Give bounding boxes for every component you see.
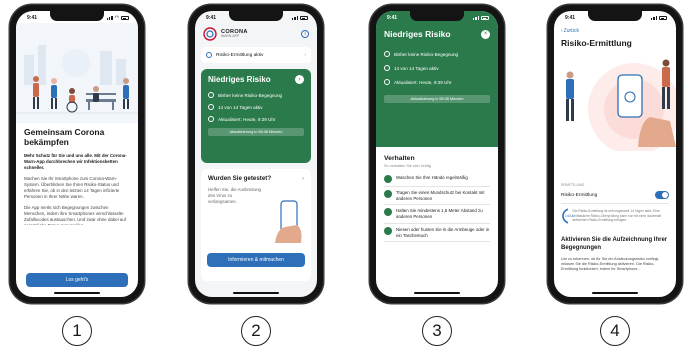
test-title: Wurden Sie getestet? (208, 175, 272, 182)
status-time: 9:41 (387, 15, 398, 21)
test-text: Helfen Sie, die Ausbreitung des Virus zu… (208, 187, 261, 204)
status-time: 9:41 (27, 15, 38, 21)
body-text-1: Machen Sie Ihr Smartphone zum Corona-War… (24, 176, 120, 199)
signal-icon (106, 16, 113, 20)
risk-row: Aktualisiert: Heute, 9:39 Uhr (384, 75, 490, 89)
phone-2: 9:41 CORONA WARN-APP i Risiko-Ermittlung… (189, 5, 323, 303)
wifi-icon: ◠ (114, 15, 119, 21)
encounter-icon (384, 51, 390, 57)
behavior-item: Waschen Sie Ihre Hände regelmäßig (384, 172, 490, 187)
risk-header: 9:41 Niedriges Risiko × Bisher keine Ris… (376, 11, 498, 147)
screen-risk-detail: 9:41 Niedriges Risiko × Bisher keine Ris… (376, 11, 498, 297)
screen-home: 9:41 CORONA WARN-APP i Risiko-Ermittlung… (195, 11, 317, 297)
sneeze-icon (384, 226, 392, 235)
update-countdown: Aktualisierung in 58:08 Minuten (384, 95, 490, 103)
section-label: ERMITTLUNG (561, 183, 585, 187)
app-logo-icon (203, 27, 217, 41)
calendar-icon (384, 65, 390, 71)
screen-tracing: 9:41 ‹ Zurück Risiko-Ermittlung ERMITTLUN… (554, 11, 676, 297)
behavior-item: Tragen Sie einen Mundschutz bei Kontakt … (384, 187, 490, 206)
step-number: 1 (62, 316, 92, 346)
signal-icon (651, 16, 657, 20)
battery-icon (121, 16, 129, 20)
tracing-icon (206, 52, 212, 58)
person-3 (93, 86, 99, 102)
activate-title: Aktivieren Sie die Aufzeichnung Ihrer Be… (561, 237, 668, 251)
status-time: 9:41 (206, 15, 217, 21)
inform-participate-button[interactable]: Informieren & mitmachen (207, 253, 305, 267)
signal-icon (473, 16, 479, 20)
tracing-info: Die Risiko-Ermittlung ist seit insgesamt… (572, 209, 662, 223)
battery-icon (300, 16, 308, 20)
mask-icon (384, 190, 392, 198)
risk-card[interactable]: Niedriges Risiko › Bisher keine Risiko-B… (201, 69, 311, 163)
behavior-section: Verhalten So verhalten Sie sich richtig … (384, 155, 490, 243)
chevron-right-icon: › (295, 75, 304, 84)
encounter-icon (208, 92, 214, 98)
risk-title: Niedriges Risiko (384, 29, 451, 39)
behavior-item: Halten Sie mindestens 1,5 Meter Abstand … (384, 205, 490, 224)
body-text-2: Die App merkt sich Begegnungen zwischen … (24, 204, 127, 225)
screen-onboarding: 9:41 ◠ Gemeinsam Corona bekämpfen Mehr S… (16, 11, 138, 297)
lets-go-button[interactable]: Los geht's (26, 273, 128, 287)
phone-3: 9:41 Niedriges Risiko × Bisher keine Ris… (370, 5, 504, 303)
update-icon (384, 79, 390, 85)
step-number: 3 (422, 316, 452, 346)
toggle-label: Risiko-Ermittlung (561, 192, 598, 198)
risk-row: Aktualisiert: Heute, 9:39 Uhr (208, 113, 304, 125)
phone-hand-illustration (275, 200, 302, 243)
chevron-left-icon: ‹ (561, 28, 563, 34)
update-countdown: Aktualisierung in 58:08 Minuten (208, 128, 304, 136)
logo-subtitle: WARN-APP (221, 34, 240, 39)
activate-text: Um zu erkennen, ob für Sie ein Ansteckun… (561, 257, 660, 272)
step-number: 2 (241, 316, 271, 346)
intro-text: Mehr Schutz für Sie und uns alle. Mit de… (24, 153, 127, 171)
tracing-label: Risiko-Ermittlung aktiv (216, 52, 264, 58)
step-number: 4 (600, 316, 630, 346)
app-header: CORONA WARN-APP i (203, 27, 309, 41)
tracing-status-row[interactable]: Risiko-Ermittlung aktiv › (201, 47, 311, 63)
calendar-icon (208, 104, 214, 110)
tracing-toggle-row: Risiko-Ermittlung (561, 191, 669, 204)
battery-icon (659, 16, 667, 20)
behavior-subtitle: So verhalten Sie sich richtig (384, 164, 431, 168)
risk-row: 14 von 14 Tagen aktiv (208, 101, 304, 113)
distance-icon (384, 208, 392, 217)
tracing-illustration (566, 59, 676, 151)
battery-icon (481, 16, 489, 20)
phone-1: 9:41 ◠ Gemeinsam Corona bekämpfen Mehr S… (10, 5, 144, 303)
activity-row: 14/14 Die Risiko-Ermittlung ist seit ins… (561, 207, 669, 225)
chevron-right-icon: › (302, 175, 304, 182)
test-card[interactable]: Wurden Sie getestet? › Helfen Sie, die A… (201, 169, 311, 281)
risk-row: 14 von 14 Tagen aktiv (384, 61, 490, 75)
phone-4: 9:41 ‹ Zurück Risiko-Ermittlung ERMITTLUN… (548, 5, 682, 303)
page-title: Gemeinsam Corona bekämpfen (24, 127, 105, 148)
risk-row: Bisher keine Risiko-Begegnung (208, 89, 304, 101)
signal-icon (292, 16, 298, 20)
behavior-title: Verhalten (384, 155, 415, 162)
close-icon[interactable]: × (481, 29, 490, 39)
tracing-toggle[interactable] (655, 191, 669, 199)
chevron-right-icon: › (304, 52, 306, 58)
risk-row: Bisher keine Risiko-Begegnung (384, 47, 490, 61)
behavior-item: Niesen oder husten Sie in die Armbeuge o… (384, 224, 490, 243)
status-time: 9:41 (565, 15, 576, 21)
person-left (566, 71, 574, 121)
hands-icon (384, 175, 392, 183)
page-title: Risiko-Ermittlung (561, 38, 632, 48)
risk-title: Niedriges Risiko (208, 75, 271, 84)
info-icon[interactable]: i (301, 30, 309, 38)
people-illustration (16, 23, 138, 123)
update-icon (208, 116, 214, 122)
days-count: 14/14 (565, 214, 574, 218)
back-button[interactable]: ‹ Zurück (561, 28, 579, 34)
